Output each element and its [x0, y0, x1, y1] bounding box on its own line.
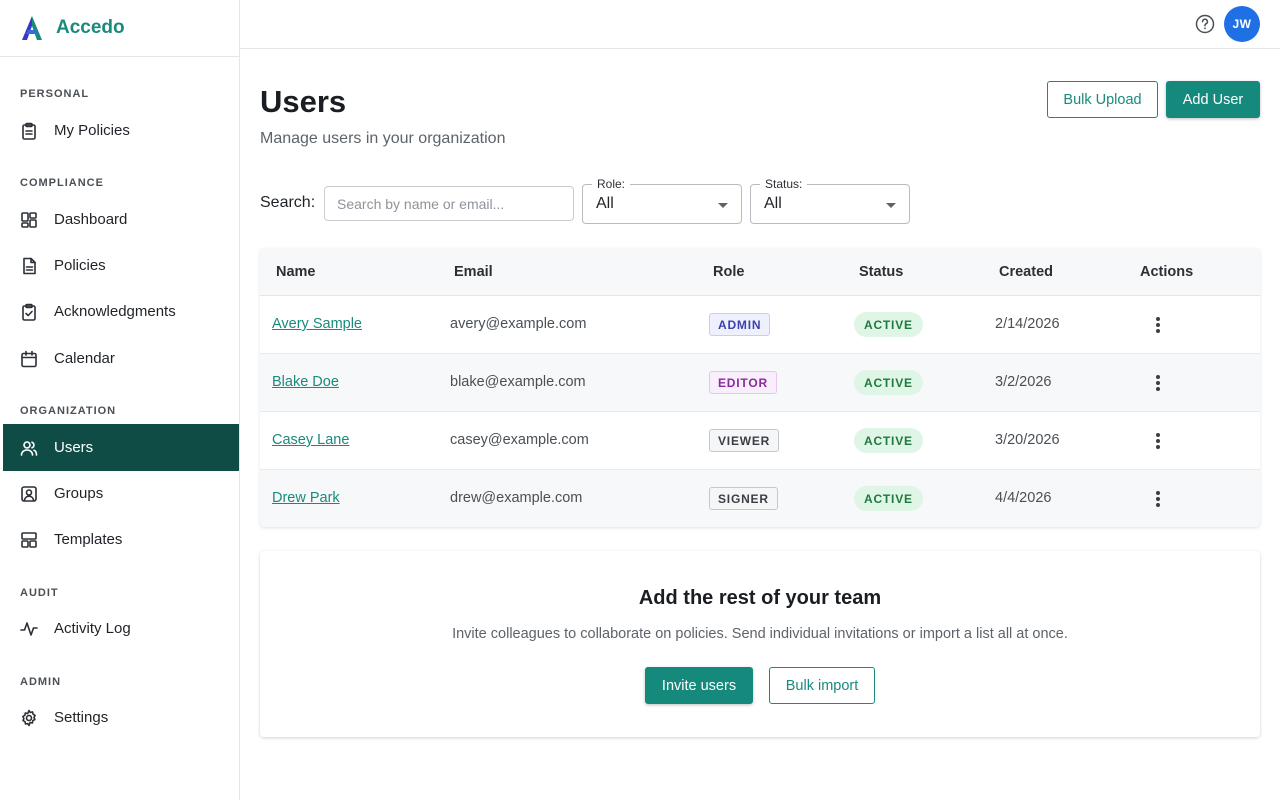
- table-row: Drew Park drew@example.com SIGNER ACTIVE…: [260, 470, 1260, 527]
- user-created-date: 4/4/2026: [995, 490, 1052, 506]
- sidebar-item-users[interactable]: Users: [3, 424, 239, 471]
- user-email: blake@example.com: [450, 374, 586, 390]
- role-select-value: All: [596, 195, 614, 212]
- sidebar-item-label: Templates: [54, 531, 123, 548]
- sidebar-item-label: Groups: [54, 485, 104, 502]
- role-select-label: Role:: [592, 177, 631, 191]
- sidebar-item-label: Dashboard: [54, 211, 128, 228]
- sidebar-item-groups[interactable]: Groups: [3, 470, 239, 517]
- chevron-down-icon: [718, 203, 728, 208]
- more-actions-icon[interactable]: [1148, 431, 1168, 451]
- group-icon: [20, 485, 38, 503]
- invite-description: Invite colleagues to collaborate on poli…: [452, 626, 1068, 642]
- chevron-down-icon: [886, 203, 896, 208]
- accedo-logo-icon: [22, 16, 42, 40]
- column-header-role[interactable]: Role: [713, 264, 744, 280]
- page-title: Users: [260, 84, 347, 119]
- sidebar-item-acknowledgments[interactable]: Acknowledgments: [3, 288, 239, 335]
- invite-team-card: Add the rest of your team Invite colleag…: [260, 551, 1260, 737]
- more-actions-icon[interactable]: [1148, 489, 1168, 509]
- sidebar-item-label: My Policies: [54, 122, 130, 139]
- role-badge: VIEWER: [709, 429, 780, 452]
- status-badge: ACTIVE: [854, 312, 923, 337]
- dashboard-icon: [20, 211, 38, 229]
- calendar-icon: [20, 350, 38, 368]
- invite-title: Add the rest of your team: [638, 587, 882, 609]
- column-header-created[interactable]: Created: [999, 264, 1053, 280]
- status-select[interactable]: Status: All: [750, 177, 910, 224]
- search-label: Search:: [260, 194, 316, 211]
- user-name-link[interactable]: Drew Park: [272, 490, 340, 506]
- sidebar-item-my-policies[interactable]: My Policies: [3, 107, 239, 154]
- role-badge: ADMIN: [709, 313, 771, 336]
- add-user-button[interactable]: Add User: [1166, 81, 1260, 118]
- section-label-organization: ORGANIZATION: [20, 405, 117, 417]
- sidebar-item-label: Activity Log: [54, 620, 131, 637]
- brand[interactable]: Accedo: [0, 0, 239, 57]
- status-badge: ACTIVE: [854, 370, 923, 395]
- sidebar-item-label: Acknowledgments: [54, 303, 176, 320]
- more-actions-icon[interactable]: [1148, 315, 1168, 335]
- section-label-admin: ADMIN: [20, 676, 62, 688]
- page-subtitle: Manage users in your organization: [260, 130, 506, 147]
- clipboard-check-icon: [20, 303, 38, 321]
- bulk-import-button[interactable]: Bulk import: [769, 667, 875, 704]
- sidebar-item-policies[interactable]: Policies: [3, 242, 239, 289]
- sidebar-item-label: Users: [54, 439, 94, 456]
- status-badge: ACTIVE: [854, 428, 923, 453]
- table-row: Casey Lane casey@example.com VIEWER ACTI…: [260, 412, 1260, 470]
- document-icon: [20, 257, 38, 275]
- user-name-link[interactable]: Casey Lane: [272, 432, 349, 448]
- table-row: Blake Doe blake@example.com EDITOR ACTIV…: [260, 354, 1260, 412]
- sidebar-item-settings[interactable]: Settings: [3, 694, 239, 741]
- user-created-date: 3/20/2026: [995, 432, 1060, 448]
- sidebar-item-calendar[interactable]: Calendar: [3, 335, 239, 382]
- table-row: Avery Sample avery@example.com ADMIN ACT…: [260, 296, 1260, 354]
- section-label-audit: AUDIT: [20, 587, 59, 599]
- sidebar-item-label: Policies: [54, 257, 106, 274]
- sidebar-item-label: Settings: [54, 709, 109, 726]
- invite-users-button[interactable]: Invite users: [645, 667, 753, 704]
- template-icon: [20, 531, 38, 549]
- clipboard-icon: [20, 122, 38, 140]
- status-badge: ACTIVE: [854, 486, 923, 511]
- section-label-personal: PERSONAL: [20, 88, 90, 100]
- bulk-upload-button[interactable]: Bulk Upload: [1047, 81, 1158, 118]
- user-created-date: 3/2/2026: [995, 374, 1052, 390]
- section-label-compliance: COMPLIANCE: [20, 177, 104, 189]
- user-email: drew@example.com: [450, 490, 583, 506]
- search-input[interactable]: [324, 186, 574, 221]
- user-email: avery@example.com: [450, 316, 587, 332]
- avatar[interactable]: JW: [1224, 6, 1260, 42]
- brand-name: Accedo: [56, 17, 125, 38]
- table-header: Name Email Role Status Created Actions: [260, 248, 1260, 296]
- sidebar-item-label: Calendar: [54, 350, 115, 367]
- status-select-value: All: [764, 195, 782, 212]
- sidebar: Accedo PERSONAL COMPLIANCE ORGANIZATION …: [0, 0, 240, 800]
- status-select-label: Status:: [760, 177, 808, 191]
- top-bar: JW: [240, 0, 1280, 49]
- activity-icon: [20, 620, 38, 638]
- users-icon: [20, 439, 38, 457]
- user-created-date: 2/14/2026: [995, 316, 1060, 332]
- sidebar-item-templates[interactable]: Templates: [3, 516, 239, 563]
- role-badge: EDITOR: [709, 371, 777, 394]
- gear-icon: [20, 709, 38, 727]
- help-icon[interactable]: [1195, 14, 1215, 34]
- role-select[interactable]: Role: All: [582, 177, 742, 224]
- user-email: casey@example.com: [450, 432, 589, 448]
- column-header-actions: Actions: [1140, 264, 1194, 280]
- users-table: Name Email Role Status Created Actions A…: [260, 248, 1260, 527]
- user-name-link[interactable]: Avery Sample: [272, 316, 362, 332]
- sidebar-item-dashboard[interactable]: Dashboard: [3, 196, 239, 243]
- role-badge: SIGNER: [709, 487, 778, 510]
- sidebar-item-activity-log[interactable]: Activity Log: [3, 605, 239, 652]
- column-header-name[interactable]: Name: [276, 264, 316, 280]
- column-header-status[interactable]: Status: [859, 264, 903, 280]
- more-actions-icon[interactable]: [1148, 373, 1168, 393]
- column-header-email[interactable]: Email: [454, 264, 493, 280]
- user-name-link[interactable]: Blake Doe: [272, 374, 339, 390]
